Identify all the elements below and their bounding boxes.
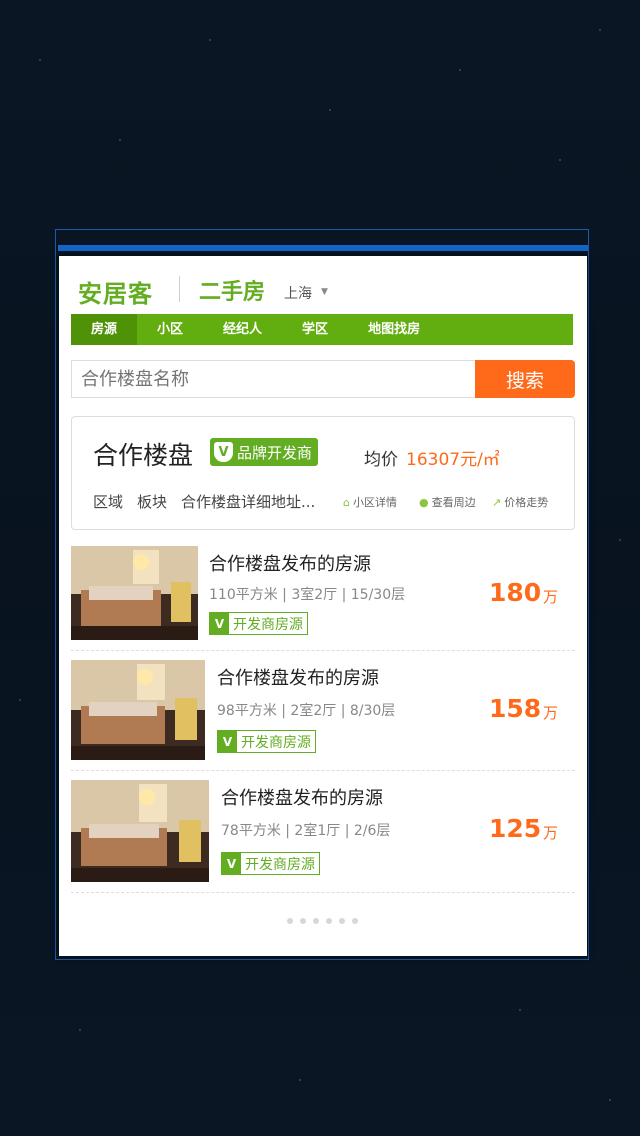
section-title: 二手房 [199,280,266,305]
community-detail-link[interactable]: ⌂ 小区详情 [343,494,397,510]
verified-shield-icon: V [222,853,241,874]
pagination-dot[interactable] [313,918,319,924]
logo[interactable]: 安居客 [78,274,153,309]
developer-badge-label: 开发商房源 [233,616,303,633]
developer-badge-label: 开发商房源 [245,856,315,873]
pagination-dot[interactable] [352,918,358,924]
listing-item[interactable]: 合作楼盘发布的房源 98平方米 | 2室2厅 | 8/30层 V 开发商房源 1… [71,660,575,771]
developer-listing-badge: V 开发商房源 [217,730,316,753]
price-trend-label: 价格走势 [504,496,549,509]
listing-meta: 98平方米 | 2室2厅 | 8/30层 [217,703,396,719]
community-detail-label: 小区详情 [352,496,397,509]
chevron-down-icon[interactable]: ▼ [321,287,328,297]
search-input[interactable] [71,360,475,398]
developer-badge-label: 开发商房源 [241,734,311,751]
listing-item[interactable]: 合作楼盘发布的房源 110平方米 | 3室2厅 | 15/30层 V 开发商房源… [71,546,575,651]
pagination-dot[interactable] [339,918,345,924]
listing-price-unit: 万 [543,704,559,722]
project-info-card: 合作楼盘 V 品牌开发商 均价 16307元/㎡ 区域 板块 合作楼盘详细地址.… [71,416,575,530]
project-name: 合作楼盘 [93,441,194,470]
trend-icon: ↗ [492,495,502,509]
pin-icon: ● [419,495,429,509]
app-card: 安居客 二手房 上海 ▼ 房源 小区 经纪人 学区 地图找房 搜索 合作楼盘 V… [59,256,587,956]
listing-meta: 110平方米 | 3室2厅 | 15/30层 [209,587,406,603]
listing-price-unit: 万 [543,824,559,842]
tab-agents[interactable]: 经纪人 [203,314,282,345]
logo-divider [179,276,180,302]
listing-price: 125 [489,814,542,843]
pagination-dot[interactable] [287,918,293,924]
avg-price-value: 16307元/㎡ [406,450,500,470]
verified-shield-icon: V [210,613,229,634]
pagination-dots [287,918,358,924]
home-icon: ⌂ [343,495,350,509]
block-label: 板块 [137,493,168,511]
search-button[interactable]: 搜索 [475,360,575,398]
pagination-dot[interactable] [326,918,332,924]
developer-listing-badge: V 开发商房源 [209,612,308,635]
listing-title[interactable]: 合作楼盘发布的房源 [217,664,379,690]
listing-price: 158 [489,694,542,723]
developer-listing-badge: V 开发商房源 [221,852,320,875]
frame-top-bar [58,245,588,251]
pagination-dot[interactable] [300,918,306,924]
address-text: 合作楼盘详细地址... [181,493,316,511]
listing-meta: 78平方米 | 2室1厅 | 2/6层 [221,823,391,839]
brand-developer-badge: V 品牌开发商 [210,438,319,466]
district-label: 区域 [93,493,124,511]
brand-badge-label: 品牌开发商 [237,443,313,462]
nearby-link[interactable]: ● 查看周边 [419,494,476,510]
price-trend-link[interactable]: ↗ 价格走势 [492,494,548,510]
tab-communities[interactable]: 小区 [137,314,203,345]
city-selector[interactable]: 上海 [284,283,312,303]
listing-photo [71,780,209,882]
listing-photo [71,660,205,760]
listing-title[interactable]: 合作楼盘发布的房源 [221,784,383,810]
listing-title[interactable]: 合作楼盘发布的房源 [209,550,371,576]
listing-price-unit: 万 [543,588,559,606]
verified-shield-icon: V [214,442,233,462]
avg-price-label: 均价 [364,450,398,470]
nearby-label: 查看周边 [431,496,476,509]
main-nav: 房源 小区 经纪人 学区 地图找房 [71,314,573,345]
tab-schools[interactable]: 学区 [282,314,348,345]
tab-map-search[interactable]: 地图找房 [348,314,440,345]
listing-price: 180 [489,578,542,607]
listing-item[interactable]: 合作楼盘发布的房源 78平方米 | 2室1厅 | 2/6层 V 开发商房源 12… [71,780,575,893]
tab-listings[interactable]: 房源 [71,314,138,345]
listing-photo [71,546,198,640]
verified-shield-icon: V [218,731,237,752]
